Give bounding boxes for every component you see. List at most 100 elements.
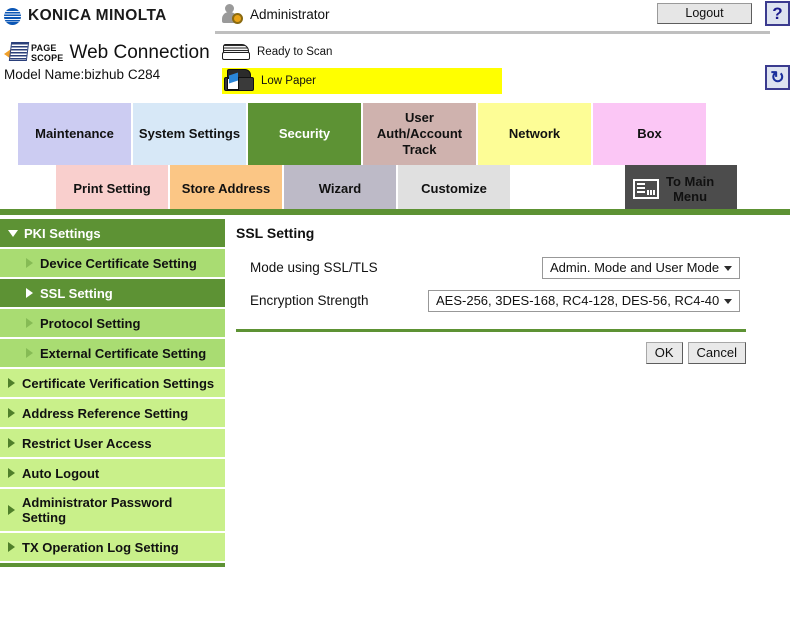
mode-using-ssl-tls-value: Admin. Mode and User Mode	[550, 260, 719, 275]
secondary-tab-label: Wizard	[319, 181, 362, 196]
refresh-icon[interactable]: ↻	[765, 65, 790, 90]
ok-button[interactable]: OK	[646, 342, 683, 364]
primary-tab-security[interactable]: Security	[248, 103, 361, 165]
brand-block: KONICA MINOLTA PAGESCOPE Web Connection …	[4, 4, 214, 82]
sidebar-item-external-certificate-setting[interactable]: External Certificate Setting	[0, 339, 225, 367]
chevron-down-icon	[8, 230, 18, 237]
sidebar-item-label: Administrator Password Setting	[22, 495, 219, 525]
primary-tab-label: System Settings	[139, 126, 240, 142]
primary-tab-bar: Maintenance System Settings Security User A…	[0, 103, 800, 165]
sidebar-item-device-certificate-setting[interactable]: Device Certificate Setting	[0, 249, 225, 277]
product-title: Web Connection	[70, 42, 210, 64]
scanner-icon	[222, 42, 250, 62]
content-divider	[236, 329, 746, 332]
to-main-menu-button[interactable]: To Main Menu	[625, 165, 737, 212]
chevron-right-icon	[8, 378, 15, 388]
user-gear-icon	[222, 4, 244, 24]
primary-tab-label: Network	[509, 126, 560, 142]
sidebar-item-certificate-verification-settings[interactable]: Certificate Verification Settings	[0, 369, 225, 397]
form-row-encryption: Encryption Strength AES-256, 3DES-168, R…	[236, 286, 746, 315]
sidebar-item-address-reference-setting[interactable]: Address Reference Setting	[0, 399, 225, 427]
pagescope-text: PAGESCOPE	[31, 43, 64, 63]
sidebar-item-auto-logout[interactable]: Auto Logout	[0, 459, 225, 487]
chevron-right-icon	[8, 542, 15, 552]
logout-button[interactable]: Logout	[657, 3, 752, 24]
secondary-tab-label: Customize	[421, 181, 487, 196]
sidebar-item-pki-settings[interactable]: PKI Settings	[0, 219, 225, 247]
label-encryption-strength: Encryption Strength	[236, 293, 436, 308]
sidebar-item-administrator-password-setting[interactable]: Administrator Password Setting	[0, 489, 225, 531]
sidebar-item-label: Device Certificate Setting	[40, 256, 197, 271]
page-header: KONICA MINOLTA PAGESCOPE Web Connection …	[0, 0, 800, 100]
chevron-right-icon	[26, 348, 33, 358]
chevron-right-icon	[8, 468, 15, 478]
primary-tab-system-settings[interactable]: System Settings	[133, 103, 246, 165]
user-label: Administrator	[250, 7, 330, 22]
chevron-right-icon	[26, 258, 33, 268]
sidebar-item-tx-operation-log-setting[interactable]: TX Operation Log Setting	[0, 533, 225, 561]
primary-tab-network[interactable]: Network	[478, 103, 591, 165]
sidebar-item-restrict-user-access[interactable]: Restrict User Access	[0, 429, 225, 457]
status-paper-label: Low Paper	[261, 75, 316, 87]
header-divider	[215, 31, 770, 34]
sidebar-item-label: TX Operation Log Setting	[22, 540, 179, 555]
sidebar-item-label: Auto Logout	[22, 466, 99, 481]
action-button-row: OK Cancel	[236, 342, 746, 364]
primary-tab-label: Maintenance	[35, 126, 114, 142]
secondary-tab-bar: Customize Wizard Store Address Print Settin…	[0, 165, 800, 212]
accent-bar	[0, 209, 790, 215]
sidebar-item-label: Address Reference Setting	[22, 406, 188, 421]
primary-tab-label: User Auth/Account Track	[363, 110, 476, 158]
chevron-down-icon	[724, 266, 732, 271]
secondary-tab-wizard[interactable]: Wizard	[284, 165, 396, 212]
help-icon[interactable]: ?	[765, 1, 790, 26]
secondary-tab-label: Store Address	[182, 181, 270, 196]
mode-using-ssl-tls-select[interactable]: Admin. Mode and User Mode	[542, 257, 740, 279]
status-scan-label: Ready to Scan	[257, 46, 332, 58]
printer-icon	[224, 69, 254, 93]
primary-tab-label: Security	[279, 126, 330, 142]
chevron-right-icon	[26, 288, 33, 298]
konica-minolta-logo: KONICA MINOLTA	[4, 4, 214, 28]
primary-tab-label: Box	[637, 126, 662, 142]
secondary-tab-print-setting[interactable]: Print Setting	[56, 165, 168, 212]
page-title: SSL Setting	[236, 225, 746, 241]
pagescope-mark-icon	[4, 42, 30, 64]
main-menu-line1: To Main	[666, 174, 714, 189]
primary-tab-maintenance[interactable]: Maintenance	[18, 103, 131, 165]
chevron-down-icon	[724, 299, 732, 304]
secondary-tab-customize[interactable]: Customize	[398, 165, 510, 212]
primary-tab-user-auth-account-track[interactable]: User Auth/Account Track	[363, 103, 476, 165]
current-user: Administrator	[222, 4, 330, 24]
chevron-right-icon	[8, 505, 15, 515]
model-name: Model Name:bizhub C284	[4, 67, 214, 82]
content-panel: SSL Setting Mode using SSL/TLS Admin. Mo…	[236, 225, 746, 364]
main-menu-icon	[633, 179, 659, 199]
sidebar-nav: PKI Settings Device Certificate Setting SS…	[0, 219, 225, 567]
secondary-tab-store-address[interactable]: Store Address	[170, 165, 282, 212]
sidebar-item-label: Protocol Setting	[40, 316, 140, 331]
encryption-strength-value: AES-256, 3DES-168, RC4-128, DES-56, RC4-…	[436, 293, 719, 308]
chevron-right-icon	[8, 438, 15, 448]
sidebar-item-label: SSL Setting	[40, 286, 113, 301]
status-ready-to-scan: Ready to Scan	[222, 42, 332, 62]
sidebar-item-label: Restrict User Access	[22, 436, 152, 451]
primary-tab-box[interactable]: Box	[593, 103, 706, 165]
sidebar-item-ssl-setting[interactable]: SSL Setting	[0, 279, 225, 307]
form-row-mode: Mode using SSL/TLS Admin. Mode and User …	[236, 253, 746, 282]
sidebar-item-label: Certificate Verification Settings	[22, 376, 214, 391]
chevron-right-icon	[8, 408, 15, 418]
sidebar-item-label: PKI Settings	[24, 226, 101, 241]
status-low-paper: Low Paper	[222, 68, 502, 94]
sidebar-bottom-rule	[0, 563, 225, 567]
chevron-right-icon	[26, 318, 33, 328]
sidebar-item-protocol-setting[interactable]: Protocol Setting	[0, 309, 225, 337]
to-main-menu-label: To Main Menu	[666, 174, 714, 204]
cancel-button[interactable]: Cancel	[688, 342, 746, 364]
globe-icon	[4, 8, 21, 25]
encryption-strength-select[interactable]: AES-256, 3DES-168, RC4-128, DES-56, RC4-…	[428, 290, 740, 312]
main-menu-line2: Menu	[673, 189, 707, 204]
secondary-tab-label: Print Setting	[73, 181, 150, 196]
label-mode-using-ssl-tls: Mode using SSL/TLS	[236, 260, 436, 275]
pagescope-logo: PAGESCOPE Web Connection	[4, 40, 214, 66]
